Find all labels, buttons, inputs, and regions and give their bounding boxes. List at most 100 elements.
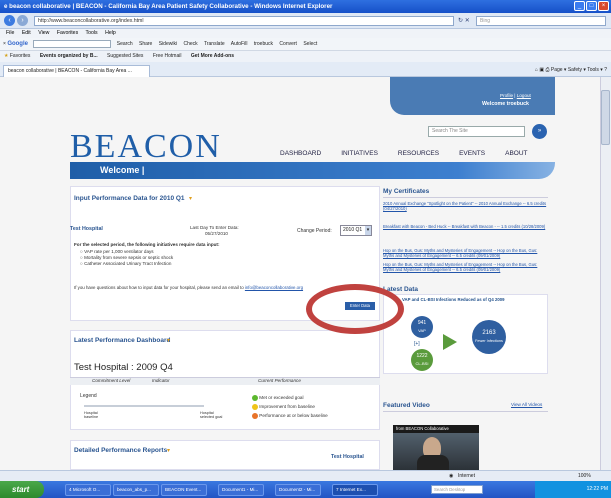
- clbsi-badge: 1222 CL-BSI: [411, 349, 433, 371]
- toolbar-sidewiki[interactable]: Sidewiki: [159, 41, 177, 47]
- cmd-page[interactable]: Page: [551, 67, 563, 73]
- zoom-level[interactable]: 100%: [578, 471, 591, 481]
- menu-tools[interactable]: Tools: [86, 30, 98, 36]
- last-day-label: Last Day To Enter Data:: [190, 225, 239, 230]
- certificate-link[interactable]: Breakfast with Beacon - Bed Huck -- Brea…: [383, 224, 548, 229]
- system-tray: 12:22 PM: [535, 481, 611, 498]
- dashboard-title: Latest Performance Dashboard: [74, 337, 171, 344]
- star-icon: ★: [4, 53, 10, 59]
- nav-about[interactable]: ABOUT: [505, 150, 527, 162]
- period-select[interactable]: 2010 Q1 ▾: [340, 225, 372, 236]
- url-input[interactable]: http://www.beaconcollaborative.org/index…: [34, 16, 454, 26]
- menu-edit[interactable]: Edit: [22, 30, 31, 36]
- help-email-link[interactable]: info@beaconcollaborative.org: [245, 285, 303, 290]
- legend-item: Met or exceeded goal: [252, 395, 303, 401]
- chevron-down-icon[interactable]: ▾: [189, 195, 192, 202]
- taskbar-item[interactable]: BEACON Event...: [161, 484, 207, 496]
- dropdown-arrow-icon: ▾: [365, 226, 371, 235]
- taskbar-item[interactable]: beacon_abs_p...: [113, 484, 159, 496]
- menu-help[interactable]: Help: [105, 30, 116, 36]
- change-period-label: Change Period:: [297, 228, 332, 234]
- instructions: For the selected period, the following i…: [74, 242, 220, 247]
- command-bar: ⌂ ▣ ⎙ Page ▾ Safety ▾ Tools ▾ ?: [534, 67, 607, 73]
- view-all-videos-link[interactable]: View All Videos: [511, 402, 542, 407]
- chevron-down-icon[interactable]: ▾: [167, 447, 170, 454]
- browser-search-input[interactable]: Bing: [476, 16, 606, 26]
- nav-resources[interactable]: RESOURCES: [398, 150, 439, 162]
- initiative-item: ○ Mortality from severe sepsis or septic…: [80, 255, 174, 260]
- nav-initiatives[interactable]: INITIATIVES: [341, 150, 378, 162]
- toolbar-user[interactable]: troebuck: [254, 41, 273, 47]
- orange-dot-icon: [252, 413, 258, 419]
- fav-addons[interactable]: Get More Add-ons: [191, 53, 234, 59]
- input-panel-title: Input Performance Data for 2010 Q1: [74, 195, 185, 202]
- menu-favorites[interactable]: Favorites: [57, 30, 78, 36]
- window-controls: _ □ ×: [574, 1, 609, 11]
- nav-events[interactable]: EVENTS: [459, 150, 485, 162]
- toolbar-check[interactable]: Check: [183, 41, 197, 47]
- nav-dashboard[interactable]: DASHBOARD: [280, 150, 321, 162]
- certificate-link[interactable]: 2010 Annual Exchange "Spotlight on the P…: [383, 201, 548, 211]
- divider: [383, 197, 548, 198]
- toolbar-share[interactable]: Share: [139, 41, 152, 47]
- video-player[interactable]: from BEACON Collaborative: [393, 425, 479, 470]
- col-commitment: Commitment Level: [92, 378, 131, 383]
- chevron-down-icon[interactable]: ▾: [167, 337, 170, 344]
- profile-link[interactable]: Profile: [500, 93, 513, 98]
- certificate-link[interactable]: Hop on the Bus, Gus: Myths and Mysteries…: [383, 262, 548, 272]
- forward-button[interactable]: ›: [17, 15, 28, 26]
- vap-label: VAP: [418, 328, 426, 333]
- google-toolbar: × Google Search Share Sidewiki Check Tra…: [0, 38, 611, 51]
- legend-item: Performance at or below baseline: [252, 413, 328, 419]
- certificates-title: My Certificates: [383, 188, 430, 195]
- fav-events[interactable]: Events organized by B...: [40, 53, 98, 59]
- start-button[interactable]: start: [0, 481, 44, 498]
- plus-sign: [+]: [414, 341, 420, 347]
- taskbar-item[interactable]: Document1 - Mi...: [218, 484, 264, 496]
- minimize-button[interactable]: _: [574, 1, 585, 11]
- taskbar-item[interactable]: 7 Internet Ex...: [332, 484, 378, 496]
- menu-view[interactable]: View: [38, 30, 49, 36]
- col-current: Current Performance: [258, 378, 301, 383]
- right-arrow-icon: [443, 334, 457, 350]
- help-icon[interactable]: ?: [604, 67, 607, 73]
- cmd-safety[interactable]: Safety: [568, 67, 582, 73]
- scrollbar-thumb[interactable]: [601, 90, 610, 145]
- main-nav: DASHBOARD INITIATIVES RESOURCES EVENTS A…: [280, 150, 550, 162]
- browser-tab[interactable]: beacon collaborative | BEACON - Californ…: [3, 65, 150, 77]
- site-search-input[interactable]: Search The Site: [428, 126, 525, 137]
- dashboard-hospital-period: Test Hospital : 2009 Q4: [74, 362, 173, 373]
- reports-hospital: Test Hospital: [331, 454, 364, 460]
- menu-file[interactable]: File: [6, 30, 14, 36]
- site-search-button[interactable]: »: [532, 124, 547, 139]
- beacon-logo[interactable]: BEACON: [70, 128, 222, 166]
- fav-hotmail[interactable]: Free Hotmail: [153, 53, 182, 59]
- clbsi-label: CL-BSI: [415, 361, 429, 366]
- certificate-link[interactable]: Hop on the Bus, Gus: Myths and Mysteries…: [383, 248, 548, 258]
- toolbar-select[interactable]: Select: [303, 41, 317, 47]
- toolbar-translate[interactable]: Translate: [204, 41, 225, 47]
- close-button[interactable]: ×: [598, 1, 609, 11]
- period-value: 2010 Q1: [343, 227, 363, 233]
- desktop-search-input[interactable]: Search Desktop: [431, 485, 483, 494]
- fav-suggested[interactable]: Suggested Sites: [107, 53, 143, 59]
- profile-logout: Profile | Logout: [500, 93, 531, 98]
- taskbar-item[interactable]: 4 Microsoft O...: [65, 484, 111, 496]
- cmd-tools[interactable]: Tools: [587, 67, 599, 73]
- col-indicator: Indicator: [152, 378, 170, 383]
- yellow-dot-icon: [252, 404, 258, 410]
- maximize-button[interactable]: □: [586, 1, 597, 11]
- vap-badge: 941 VAP: [411, 316, 433, 338]
- toolbar-convert[interactable]: Convert: [279, 41, 297, 47]
- legend-item: Improvement from baseline: [252, 404, 315, 410]
- favorites-button[interactable]: Favorites: [10, 53, 31, 59]
- legend-label: Legend: [80, 393, 97, 399]
- refresh-icon[interactable]: ↻ ✕: [458, 17, 470, 24]
- logout-link[interactable]: Logout: [517, 93, 531, 98]
- back-button[interactable]: ‹: [4, 15, 15, 26]
- toolbar-autofill[interactable]: AutoFill: [231, 41, 248, 47]
- google-search-input[interactable]: [33, 39, 112, 48]
- welcome-user: Welcome troebuck: [482, 101, 529, 107]
- taskbar-item[interactable]: Document2 - Mi...: [275, 484, 321, 496]
- toolbar-search[interactable]: Search: [117, 41, 133, 47]
